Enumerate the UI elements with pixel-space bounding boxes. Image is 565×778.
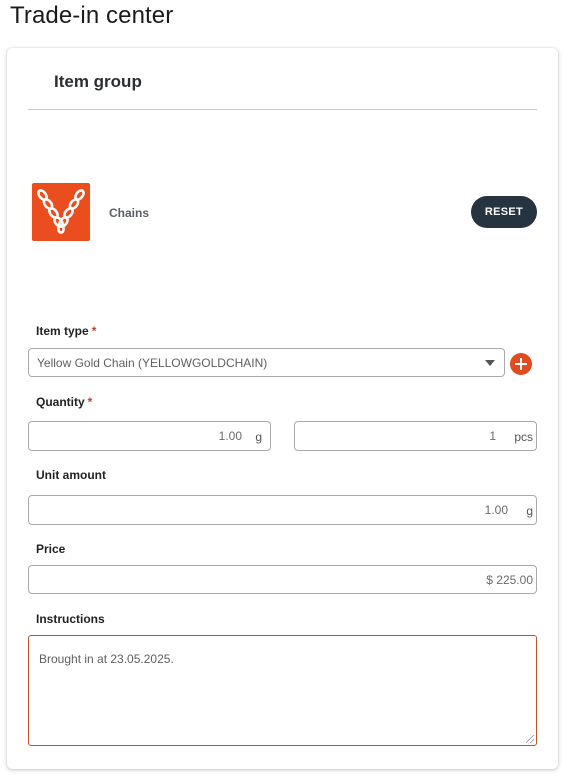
instructions-value: Brought in at 23.05.2025. xyxy=(39,652,174,666)
quantity-label-text: Quantity xyxy=(36,395,85,409)
quantity-pieces-input[interactable]: 1 pcs xyxy=(294,421,537,451)
instructions-textarea[interactable]: Brought in at 23.05.2025. xyxy=(28,635,537,746)
quantity-pieces-unit: pcs xyxy=(514,430,533,444)
quantity-weight-value: 1.00 xyxy=(218,429,242,443)
resize-handle-icon[interactable] xyxy=(526,735,534,743)
unit-amount-input[interactable]: 1.00 g xyxy=(28,495,537,525)
chevron-down-icon xyxy=(485,360,495,366)
quantity-weight-unit: g xyxy=(255,430,262,444)
item-type-select[interactable]: Yellow Gold Chain (YELLOWGOLDCHAIN) xyxy=(28,348,505,377)
item-group-title: Item group xyxy=(54,72,142,91)
quantity-weight-input[interactable]: 1.00 g xyxy=(28,421,271,451)
price-label: Price xyxy=(36,542,66,556)
unit-amount-unit: g xyxy=(526,504,533,518)
add-item-type-button[interactable] xyxy=(510,353,532,375)
chain-icon xyxy=(32,183,90,241)
price-value: $ 225.00 xyxy=(486,573,533,587)
reset-button[interactable]: RESET xyxy=(471,196,537,228)
item-type-label: Item type * xyxy=(36,324,96,338)
divider xyxy=(28,109,537,110)
item-name: Chains xyxy=(109,206,150,220)
instructions-label: Instructions xyxy=(36,612,105,626)
item-group-card: Item group Chains RESET Item type * Yello… xyxy=(7,48,558,769)
chain-icon-graphic xyxy=(37,189,85,234)
item-type-label-text: Item type xyxy=(36,324,89,338)
page-title: Trade-in center xyxy=(10,2,174,29)
required-mark: * xyxy=(87,395,93,409)
price-input[interactable]: $ 225.00 xyxy=(28,565,537,594)
quantity-pieces-value: 1 xyxy=(489,429,496,443)
unit-amount-label: Unit amount xyxy=(36,468,106,482)
unit-amount-value: 1.00 xyxy=(484,503,508,517)
quantity-label: Quantity * xyxy=(36,395,92,409)
required-mark: * xyxy=(91,324,97,338)
item-type-value: Yellow Gold Chain (YELLOWGOLDCHAIN) xyxy=(37,356,268,370)
